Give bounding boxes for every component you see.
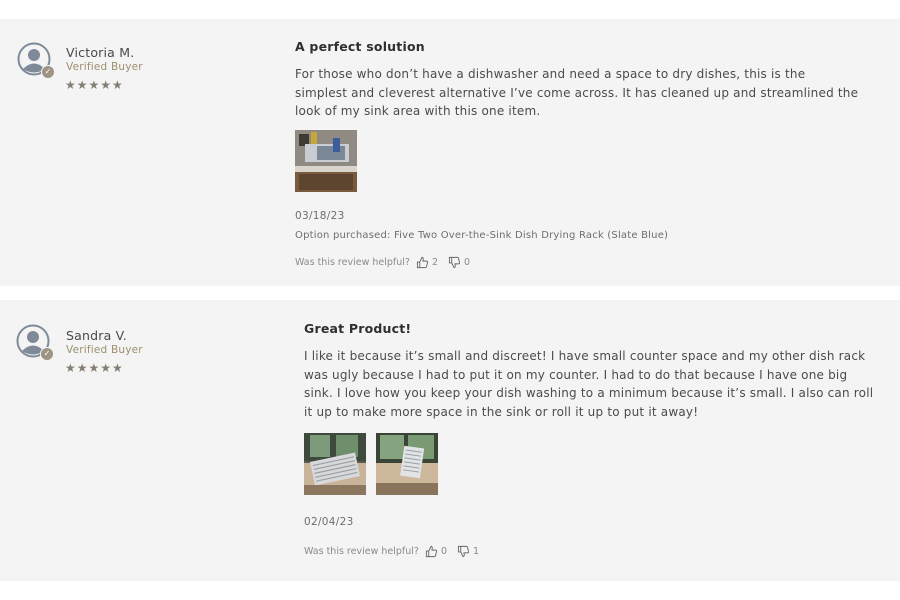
thumbs-up-icon xyxy=(425,545,438,558)
user-avatar-icon: ✓ xyxy=(16,324,54,361)
helpful-prompt: Was this review helpful? 2 0 xyxy=(295,256,470,269)
verified-buyer-label: Verified Buyer xyxy=(66,61,143,73)
review-card: ✓ Sandra V. Verified Buyer ★★★★★ Great P… xyxy=(0,300,900,581)
thumbs-down-icon xyxy=(448,256,461,269)
review-body-line: was ugly because I had to put it on my c… xyxy=(304,367,848,382)
thumbs-down-icon xyxy=(457,545,470,558)
thumbs-up-button[interactable]: 0 xyxy=(425,545,447,558)
helpful-label: Was this review helpful? xyxy=(304,546,419,557)
review-date: 03/18/23 xyxy=(295,210,345,222)
reviewer-name: Victoria M. xyxy=(66,45,135,60)
review-body: For those who don’t have a dishwasher an… xyxy=(295,65,858,121)
thumbs-down-button[interactable]: 0 xyxy=(448,256,470,269)
reviewer-name: Sandra V. xyxy=(66,328,127,343)
review-body-line: simplest and cleverest alternative I’ve … xyxy=(295,85,859,100)
review-body-line: For those who don’t have a dishwasher an… xyxy=(295,67,806,81)
upvote-count: 0 xyxy=(440,546,447,557)
review-card: ✓ Victoria M. Verified Buyer ★★★★★ A per… xyxy=(0,19,900,286)
star-rating: ★★★★★ xyxy=(65,361,124,375)
helpful-label: Was this review helpful? xyxy=(295,257,410,268)
review-date: 02/04/23 xyxy=(304,516,354,528)
review-body: I like it because it’s small and discree… xyxy=(304,347,873,421)
check-badge-icon: ✓ xyxy=(40,347,54,361)
review-body-line: I like it because it’s small and discree… xyxy=(304,349,866,363)
upvote-count: 2 xyxy=(431,257,438,268)
review-title: A perfect solution xyxy=(295,39,425,54)
review-photo[interactable] xyxy=(304,433,366,495)
review-body-line: look of my sink area with this one item. xyxy=(295,104,541,118)
star-rating: ★★★★★ xyxy=(65,78,124,92)
review-photo[interactable] xyxy=(295,130,357,192)
review-title: Great Product! xyxy=(304,321,412,336)
user-avatar-icon: ✓ xyxy=(17,42,55,79)
thumbs-up-button[interactable]: 2 xyxy=(416,256,438,269)
review-body-line: it up to make more space in the sink or … xyxy=(304,404,699,419)
helpful-prompt: Was this review helpful? 0 1 xyxy=(304,545,479,558)
review-photo[interactable] xyxy=(376,433,438,495)
downvote-count: 0 xyxy=(464,257,471,268)
thumbs-down-button[interactable]: 1 xyxy=(457,545,479,558)
thumbs-up-icon xyxy=(416,256,429,269)
review-body-line: sink. I love how you keep your dish wash… xyxy=(304,386,874,400)
verified-buyer-label: Verified Buyer xyxy=(66,344,143,356)
check-badge-icon: ✓ xyxy=(41,65,55,79)
option-purchased: Option purchased: Five Two Over-the-Sink… xyxy=(295,230,669,241)
downvote-count: 1 xyxy=(473,546,480,557)
